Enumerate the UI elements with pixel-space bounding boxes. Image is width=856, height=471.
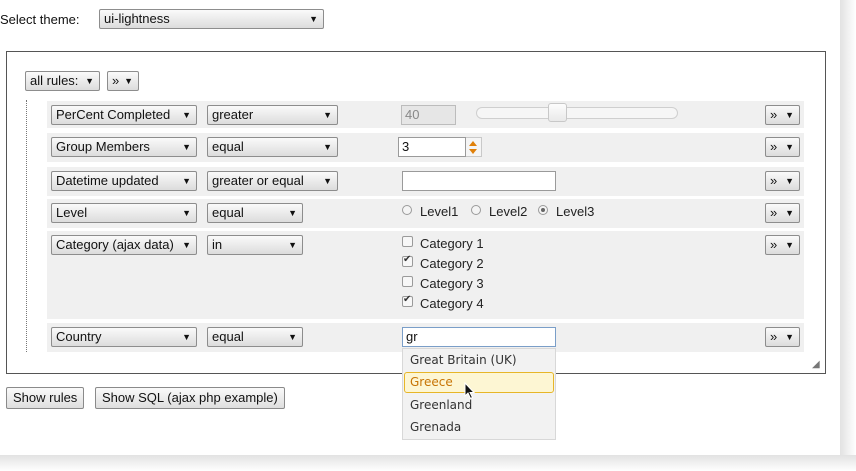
rule-operator-value: equal [212,329,244,344]
level2-label: Level2 [489,204,528,219]
category1-label: Category 1 [420,236,484,251]
group-members-spinner-input[interactable]: 3 [398,137,466,157]
rule-menu-button[interactable]: » ▼ [765,235,800,255]
dropdown-arrow-icon: ▼ [182,208,191,218]
group-menu-label: » [112,73,120,88]
dropdown-arrow-icon: ▼ [182,110,191,120]
dropdown-arrow-icon: ▼ [124,76,133,86]
mouse-cursor-icon [464,382,476,400]
dropdown-arrow-icon: ▼ [288,208,297,218]
category2-checkbox[interactable] [402,254,413,267]
rule-field-select[interactable]: Datetime updated ▼ [51,171,197,191]
theme-select[interactable]: ui-lightness ▼ [99,9,324,29]
rule-field-value: Country [56,329,102,344]
group-operator-value: all rules: [30,73,79,88]
rule-operator-select[interactable]: equal ▼ [207,203,303,223]
rule-field-select[interactable]: Group Members ▼ [51,137,197,157]
tree-connector-line [26,100,27,352]
spinner-down-icon[interactable] [469,149,477,154]
spinner-buttons[interactable] [466,137,482,157]
rule-operator-select[interactable]: equal ▼ [207,137,338,157]
rule-menu-label: » [770,173,778,188]
group-operator-select[interactable]: all rules: ▼ [25,71,100,91]
page-shadow-right [840,0,856,471]
percent-slider-handle[interactable] [548,103,567,122]
dropdown-arrow-icon: ▼ [785,240,794,250]
dropdown-arrow-icon: ▼ [323,142,332,152]
level1-label: Level1 [420,204,459,219]
dropdown-arrow-icon: ▼ [785,332,794,342]
group-menu-button[interactable]: » ▼ [107,71,139,91]
rule-operator-select[interactable]: greater ▼ [207,105,338,125]
resize-grip-icon[interactable]: ◢ [812,360,822,370]
dropdown-arrow-icon: ▼ [182,176,191,186]
rule-operator-select[interactable]: equal ▼ [207,327,303,347]
category3-label: Category 3 [420,276,484,291]
category1-checkbox[interactable] [402,236,413,247]
dropdown-arrow-icon: ▼ [182,332,191,342]
percent-slider-track[interactable] [476,107,678,119]
rule-operator-value: greater or equal [212,173,304,188]
category4-label: Category 4 [420,296,484,311]
country-autocomplete-input[interactable]: gr [402,327,556,347]
dropdown-arrow-icon: ▼ [785,110,794,120]
theme-label: Select theme: [0,12,80,27]
rule-menu-label: » [770,139,778,154]
rule-menu-label: » [770,205,778,220]
page-shadow-bottom [0,455,856,471]
category4-checkbox[interactable] [402,294,413,307]
rule-field-value: Category (ajax data) [56,237,174,252]
rule-field-select[interactable]: Level ▼ [51,203,197,223]
rule-field-value: Group Members [56,139,150,154]
rule-field-value: Level [56,205,88,220]
show-sql-button[interactable]: Show SQL (ajax php example) [95,387,285,409]
rule-field-value: PerCent Completed [56,107,171,122]
rule-operator-select[interactable]: in ▼ [207,235,303,255]
dropdown-arrow-icon: ▼ [182,240,191,250]
dropdown-arrow-icon: ▼ [85,76,94,86]
level3-radio[interactable] [538,205,548,215]
level1-radio[interactable] [402,205,412,215]
rule-field-select[interactable]: Country ▼ [51,327,197,347]
level3-label: Level3 [556,204,595,219]
dropdown-arrow-icon: ▼ [309,14,318,24]
rule-menu-button[interactable]: » ▼ [765,171,800,191]
spinner-up-icon[interactable] [469,141,477,146]
autocomplete-item[interactable]: Great Britain (UK) [410,353,517,367]
dropdown-arrow-icon: ▼ [323,176,332,186]
dropdown-arrow-icon: ▼ [785,208,794,218]
rule-operator-value: equal [212,205,244,220]
theme-select-value: ui-lightness [104,11,170,26]
level2-radio[interactable] [471,205,481,215]
rule-field-value: Datetime updated [56,173,159,188]
rule-menu-button[interactable]: » ▼ [765,327,800,347]
dropdown-arrow-icon: ▼ [288,240,297,250]
rule-menu-button[interactable]: » ▼ [765,203,800,223]
rule-menu-label: » [770,107,778,122]
rule-operator-select[interactable]: greater or equal ▼ [207,171,338,191]
dropdown-arrow-icon: ▼ [785,142,794,152]
dropdown-arrow-icon: ▼ [323,110,332,120]
category3-checkbox[interactable] [402,276,413,287]
dropdown-arrow-icon: ▼ [288,332,297,342]
rule-field-select[interactable]: Category (ajax data) ▼ [51,235,197,255]
rule-operator-value: equal [212,139,244,154]
show-rules-button[interactable]: Show rules [6,387,85,409]
autocomplete-item-active[interactable]: Greece [410,375,453,389]
percent-value-input: 40 [401,105,456,125]
autocomplete-item[interactable]: Greenland [410,398,472,412]
rule-menu-label: » [770,329,778,344]
datetime-input[interactable] [402,171,556,191]
rule-operator-value: greater [212,107,254,122]
dropdown-arrow-icon: ▼ [785,176,794,186]
rule-operator-value: in [212,237,223,252]
category2-label: Category 2 [420,256,484,271]
dropdown-arrow-icon: ▼ [182,142,191,152]
rule-menu-label: » [770,237,778,252]
rule-menu-button[interactable]: » ▼ [765,105,800,125]
rule-menu-button[interactable]: » ▼ [765,137,800,157]
rule-field-select[interactable]: PerCent Completed ▼ [51,105,197,125]
autocomplete-item[interactable]: Grenada [410,420,461,434]
